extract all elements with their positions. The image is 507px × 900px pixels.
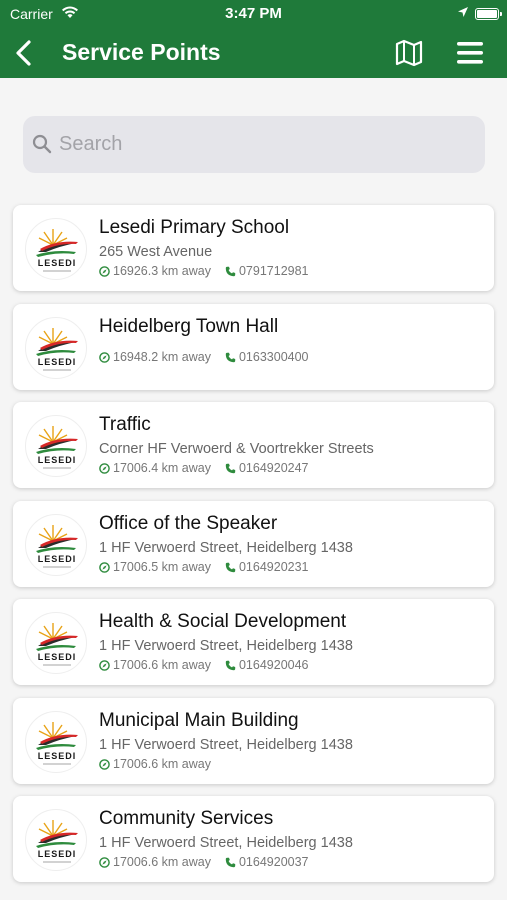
phone-link[interactable]: 0164920037: [225, 855, 309, 869]
battery-icon: [475, 8, 502, 20]
service-point-name: Community Services: [99, 808, 274, 829]
service-point-address: 1 HF Verwoerd Street, Heidelberg 1438: [99, 540, 353, 556]
distance-text: 16948.2 km away: [113, 350, 211, 364]
compass-icon: [99, 758, 110, 770]
phone-icon: [225, 857, 236, 867]
phone-number[interactable]: 0164920037: [239, 855, 309, 869]
phone-number[interactable]: 0164920231: [239, 560, 309, 574]
clock: 3:47 PM: [225, 5, 282, 22]
distance-text: 17006.5 km away: [113, 560, 211, 574]
content-area: LESEDI Lesedi Primary School 265 West Av…: [0, 78, 507, 900]
svg-text:LESEDI: LESEDI: [38, 652, 77, 662]
distance-text: 17006.6 km away: [113, 855, 211, 869]
compass-icon: [99, 856, 110, 868]
service-point-meta: 17006.5 km away 0164920231: [99, 560, 309, 574]
phone-number[interactable]: 0791712981: [239, 264, 309, 278]
search-icon: [32, 134, 52, 154]
service-point-card[interactable]: LESEDI Heidelberg Town Hall 16948.2 km a…: [13, 304, 494, 390]
phone-number[interactable]: 0163300400: [239, 350, 309, 364]
service-point-meta: 17006.6 km away: [99, 757, 211, 771]
compass-icon: [99, 351, 110, 363]
phone-icon: [225, 562, 236, 572]
map-icon[interactable]: [394, 39, 424, 67]
phone-number[interactable]: 0164920247: [239, 461, 309, 475]
status-bar: Carrier 3:47 PM: [0, 0, 507, 28]
service-point-card[interactable]: LESEDI Community Services 1 HF Verwoerd …: [13, 796, 494, 882]
lesedi-logo: LESEDI: [25, 415, 87, 477]
lesedi-logo: LESEDI: [25, 809, 87, 871]
compass-icon: [99, 659, 110, 671]
service-point-name: Lesedi Primary School: [99, 217, 290, 238]
service-point-card[interactable]: LESEDI Traffic Corner HF Verwoerd & Voor…: [13, 402, 494, 488]
phone-link[interactable]: 0163300400: [225, 350, 309, 364]
search-bar[interactable]: [23, 116, 485, 173]
phone-icon: [225, 463, 236, 473]
service-point-address: Corner HF Verwoerd & Voortrekker Streets: [99, 441, 374, 457]
svg-text:LESEDI: LESEDI: [38, 455, 77, 465]
back-chevron-icon[interactable]: [10, 38, 38, 68]
phone-link[interactable]: 0164920231: [225, 560, 309, 574]
lesedi-logo: LESEDI: [25, 514, 87, 576]
phone-link[interactable]: 0164920247: [225, 461, 309, 475]
lesedi-logo: LESEDI: [25, 711, 87, 773]
page-title: Service Points: [62, 39, 221, 65]
distance-text: 17006.4 km away: [113, 461, 211, 475]
service-point-name: Traffic: [99, 414, 151, 435]
service-point-meta: 17006.6 km away 0164920046: [99, 658, 309, 672]
hamburger-menu-icon[interactable]: [455, 40, 485, 66]
service-point-card[interactable]: LESEDI Health & Social Development 1 HF …: [13, 599, 494, 685]
distance-text: 16926.3 km away: [113, 264, 211, 278]
phone-link[interactable]: 0164920046: [225, 658, 309, 672]
phone-number[interactable]: 0164920046: [239, 658, 309, 672]
service-point-card[interactable]: LESEDI Office of the Speaker 1 HF Verwoe…: [13, 501, 494, 587]
phone-link[interactable]: 0791712981: [225, 264, 309, 278]
service-point-meta: 17006.6 km away 0164920037: [99, 855, 309, 869]
compass-icon: [99, 265, 110, 277]
compass-icon: [99, 561, 110, 573]
service-point-name: Health & Social Development: [99, 611, 347, 632]
svg-text:LESEDI: LESEDI: [38, 357, 77, 367]
service-point-meta: 16926.3 km away 0791712981: [99, 264, 309, 278]
phone-icon: [225, 352, 236, 362]
service-point-address: 1 HF Verwoerd Street, Heidelberg 1438: [99, 638, 353, 654]
service-point-card[interactable]: LESEDI Lesedi Primary School 265 West Av…: [13, 205, 494, 291]
service-point-name: Municipal Main Building: [99, 710, 299, 731]
distance-text: 17006.6 km away: [113, 658, 211, 672]
service-point-address: 265 West Avenue: [99, 244, 213, 260]
compass-icon: [99, 462, 110, 474]
svg-text:LESEDI: LESEDI: [38, 258, 77, 268]
service-point-address: 1 HF Verwoerd Street, Heidelberg 1438: [99, 835, 353, 851]
phone-icon: [225, 660, 236, 670]
phone-icon: [225, 266, 236, 276]
service-point-address: 1 HF Verwoerd Street, Heidelberg 1438: [99, 737, 353, 753]
navigation-bar: Service Points: [0, 28, 507, 78]
svg-text:LESEDI: LESEDI: [38, 554, 77, 564]
location-arrow-icon: [458, 7, 468, 17]
search-input[interactable]: [59, 128, 459, 160]
svg-text:LESEDI: LESEDI: [38, 751, 77, 761]
service-point-name: Heidelberg Town Hall: [99, 316, 279, 337]
service-point-card[interactable]: LESEDI Municipal Main Building 1 HF Verw…: [13, 698, 494, 784]
service-point-name: Office of the Speaker: [99, 513, 278, 534]
service-point-meta: 16948.2 km away 0163300400: [99, 350, 309, 364]
lesedi-logo: LESEDI: [25, 218, 87, 280]
lesedi-logo: LESEDI: [25, 317, 87, 379]
service-point-meta: 17006.4 km away 0164920247: [99, 461, 309, 475]
svg-text:LESEDI: LESEDI: [38, 849, 77, 859]
distance-text: 17006.6 km away: [113, 757, 211, 771]
lesedi-logo: LESEDI: [25, 612, 87, 674]
